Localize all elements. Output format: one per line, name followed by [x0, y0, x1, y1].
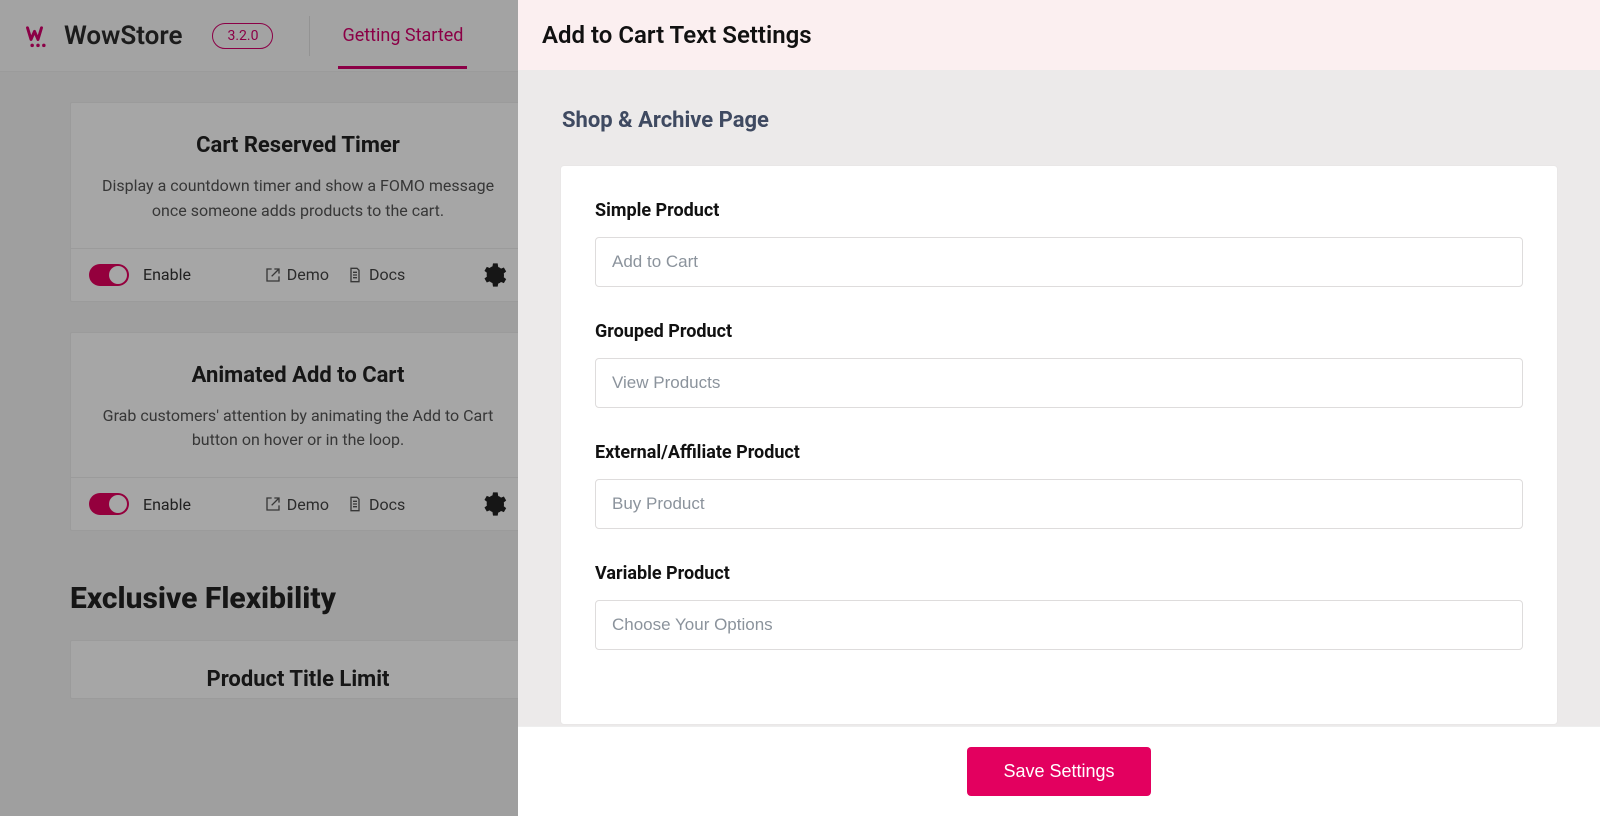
panel-section-heading: Shop & Archive Page	[562, 108, 1558, 133]
settings-panel: Add to Cart Text Settings Shop & Archive…	[518, 0, 1600, 816]
field-grouped-product: Grouped Product	[595, 321, 1523, 408]
variable-product-input[interactable]	[595, 600, 1523, 650]
panel-header: Add to Cart Text Settings	[518, 0, 1600, 70]
form-card: Simple Product Grouped Product External/…	[560, 165, 1558, 725]
field-simple-product: Simple Product	[595, 200, 1523, 287]
grouped-product-input[interactable]	[595, 358, 1523, 408]
field-label: Variable Product	[595, 563, 1523, 584]
save-settings-button[interactable]: Save Settings	[967, 747, 1150, 796]
panel-footer: Save Settings	[518, 726, 1600, 816]
field-label: Simple Product	[595, 200, 1523, 221]
panel-title: Add to Cart Text Settings	[542, 21, 812, 49]
simple-product-input[interactable]	[595, 237, 1523, 287]
field-label: External/Affiliate Product	[595, 442, 1523, 463]
field-external-affiliate-product: External/Affiliate Product	[595, 442, 1523, 529]
field-variable-product: Variable Product	[595, 563, 1523, 650]
field-label: Grouped Product	[595, 321, 1523, 342]
external-affiliate-product-input[interactable]	[595, 479, 1523, 529]
panel-body: Shop & Archive Page Simple Product Group…	[518, 70, 1600, 726]
